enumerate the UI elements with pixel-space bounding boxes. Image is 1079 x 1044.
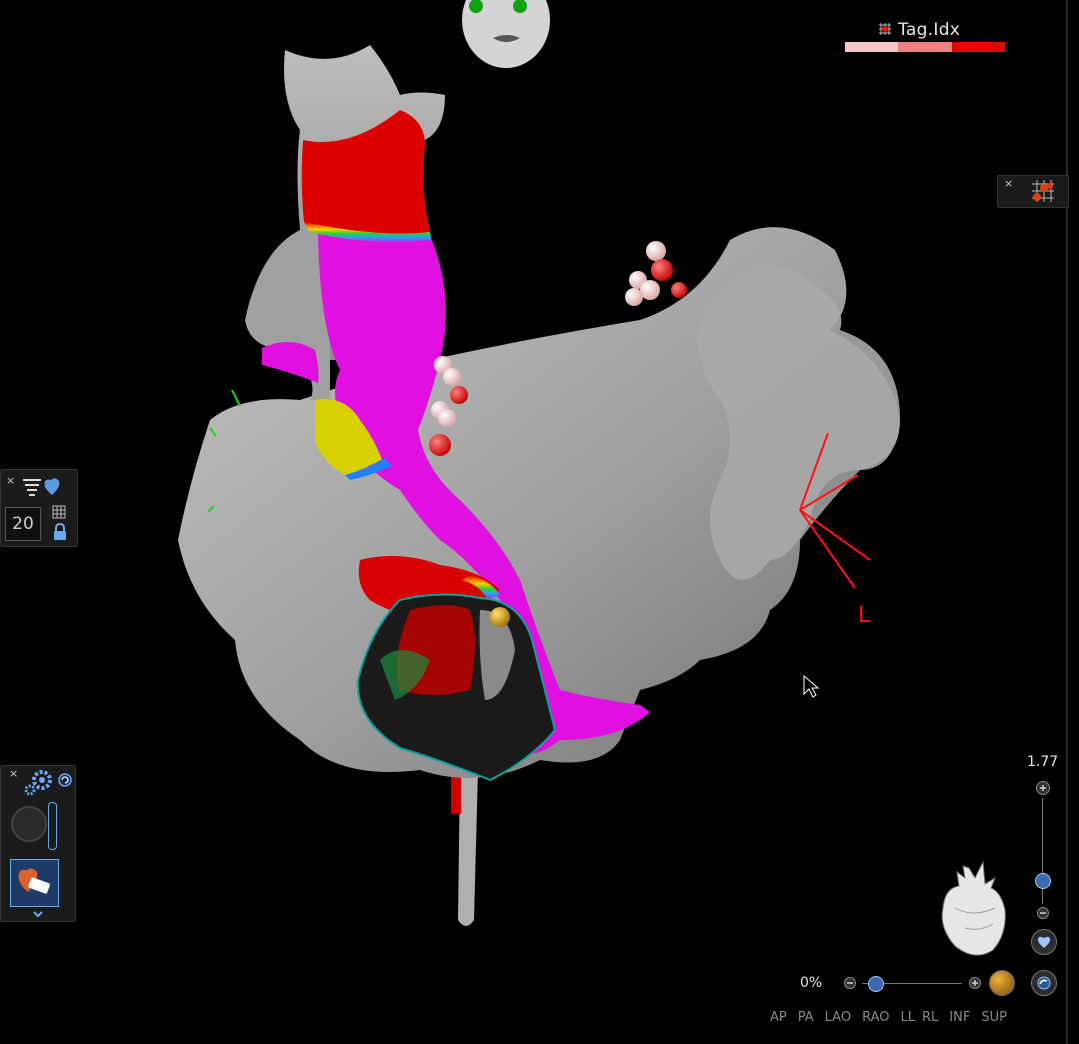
close-icon[interactable]: × xyxy=(6,475,15,486)
view-pa-button[interactable]: PA xyxy=(798,1010,814,1025)
view-ap-button[interactable]: AP xyxy=(770,1010,787,1025)
heart-eraser-icon xyxy=(18,868,50,894)
legend-title: Tag.Idx xyxy=(898,20,961,40)
head-orientation-icon xyxy=(462,0,550,68)
tag-grid-icon xyxy=(879,23,891,35)
legend-swatch-2 xyxy=(898,42,952,52)
settings-panel[interactable]: × xyxy=(0,765,76,922)
refresh-icon[interactable] xyxy=(58,773,72,787)
frame-number-field[interactable]: 20 xyxy=(5,507,41,541)
tag-grid-icon[interactable] xyxy=(1028,178,1056,204)
zoom-in-icon[interactable] xyxy=(1035,780,1051,796)
resize-grip-icon[interactable] xyxy=(62,909,72,919)
opacity-value: 0% xyxy=(800,975,823,991)
opacity-slider-thumb[interactable] xyxy=(868,976,884,992)
orientation-label: L xyxy=(858,603,871,628)
grid-icon[interactable] xyxy=(52,505,66,519)
heart-eraser-button[interactable] xyxy=(10,859,59,907)
heart-view-button[interactable] xyxy=(1031,929,1057,955)
heart-orientation-thumbnail[interactable] xyxy=(935,858,1011,964)
plus-icon[interactable] xyxy=(968,976,982,990)
zoom-slider-thumb[interactable] xyxy=(1035,873,1051,889)
lock-icon[interactable] xyxy=(52,523,68,541)
right-edge-divider xyxy=(1066,0,1068,1044)
vertical-slider[interactable] xyxy=(48,802,57,850)
chevron-down-icon[interactable] xyxy=(32,909,44,919)
view-lao-button[interactable]: LAO xyxy=(825,1010,851,1025)
sphere-icon[interactable] xyxy=(989,970,1015,996)
settings-gear-icon[interactable] xyxy=(23,768,55,796)
close-icon[interactable]: × xyxy=(9,768,18,779)
minus-icon[interactable] xyxy=(843,976,857,990)
close-icon[interactable]: × xyxy=(1004,178,1013,189)
rotate-button[interactable] xyxy=(1031,970,1057,996)
tag-panel[interactable]: × xyxy=(997,175,1069,208)
legend-swatch-3 xyxy=(951,42,1005,52)
menu-heart-icon[interactable] xyxy=(21,475,63,497)
mouse-cursor xyxy=(803,674,820,698)
view-ll-button[interactable]: LL xyxy=(901,1010,916,1025)
circle-button-icon[interactable] xyxy=(11,806,47,842)
view-rao-button[interactable]: RAO xyxy=(862,1010,889,1025)
legend-color-bar xyxy=(845,42,1005,52)
view-inf-button[interactable]: INF xyxy=(949,1010,970,1025)
legend-swatch-1 xyxy=(845,42,899,52)
zoom-value: 1.77 xyxy=(1027,754,1059,770)
view-preset-bar: AP PA LAO RAO LL RL INF SUP xyxy=(770,1010,1007,1025)
heart-view-icon xyxy=(1037,936,1051,948)
view-sup-button[interactable]: SUP xyxy=(981,1010,1007,1025)
view-rl-button[interactable]: RL xyxy=(922,1010,938,1025)
zoom-out-icon[interactable] xyxy=(1036,906,1050,920)
rotate-icon xyxy=(1037,976,1051,990)
gold-marker xyxy=(490,607,510,627)
catheter-tip-red xyxy=(451,772,461,814)
magenta-left-patch xyxy=(262,341,319,383)
3d-map-viewport[interactable]: L xyxy=(0,0,1079,1044)
